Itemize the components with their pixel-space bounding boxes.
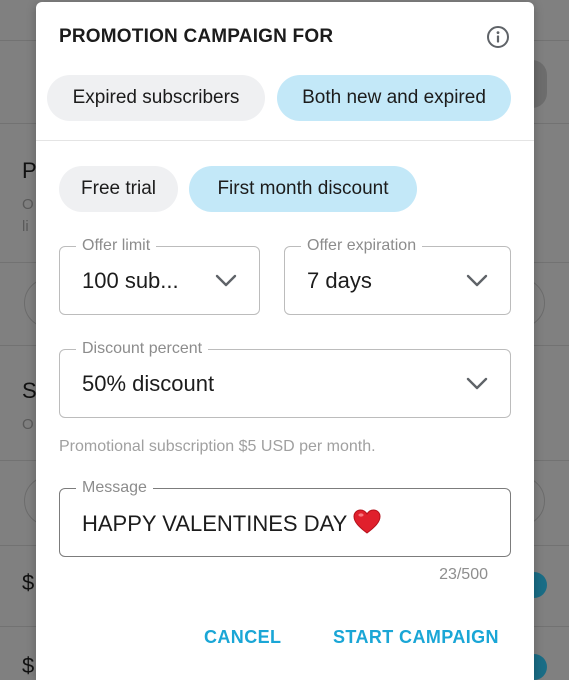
dialog-title: PROMOTION CAMPAIGN FOR — [59, 26, 334, 47]
heart-icon — [353, 508, 381, 534]
promotion-campaign-dialog: PROMOTION CAMPAIGN FOR Expired subscribe… — [36, 2, 534, 680]
discount-percent-label: Discount percent — [76, 339, 209, 359]
offer-expiration-label: Offer expiration — [301, 236, 423, 256]
chip-expired-subscribers[interactable]: Expired subscribers — [47, 75, 265, 121]
offer-expiration-value: 7 days — [307, 267, 372, 293]
chip-label: First month discount — [217, 178, 389, 199]
chip-label: Expired subscribers — [72, 87, 240, 108]
background-sub-initial: li — [22, 218, 29, 235]
chevron-down-icon — [466, 274, 488, 286]
message-value: HAPPY VALENTINES DAY — [82, 508, 381, 537]
chevron-down-icon — [215, 274, 237, 286]
chip-label: Free trial — [81, 178, 156, 199]
price-helper-text: Promotional subscription $5 USD per mont… — [59, 438, 376, 455]
chip-both-new-and-expired[interactable]: Both new and expired — [277, 75, 511, 121]
background-row-initial: S — [22, 378, 37, 403]
background-row-initial: $ — [22, 570, 35, 595]
offer-limit-label: Offer limit — [76, 236, 157, 256]
background-row-initial: P — [22, 158, 37, 183]
background-row-initial: $ — [22, 653, 35, 678]
discount-percent-select[interactable]: Discount percent 50% discount — [59, 339, 511, 418]
background-sub-initial: O — [22, 196, 34, 213]
message-input[interactable]: Message HAPPY VALENTINES DAY — [59, 478, 511, 557]
discount-percent-value: 50% discount — [82, 370, 215, 396]
character-counter: 23/500 — [439, 566, 488, 583]
chip-free-trial[interactable]: Free trial — [59, 166, 178, 212]
divider — [36, 140, 534, 141]
start-campaign-button[interactable]: START CAMPAIGN — [333, 627, 499, 648]
chevron-down-icon — [466, 377, 488, 389]
message-label: Message — [76, 478, 153, 498]
offer-limit-select[interactable]: Offer limit 100 sub... — [59, 236, 260, 315]
offer-expiration-select[interactable]: Offer expiration 7 days — [284, 236, 511, 315]
background-sub-initial: O — [22, 416, 34, 433]
cancel-button[interactable]: CANCEL — [204, 627, 281, 648]
chip-first-month-discount[interactable]: First month discount — [189, 166, 417, 212]
message-text: HAPPY VALENTINES DAY — [82, 510, 348, 536]
info-icon[interactable] — [486, 25, 510, 49]
chip-label: Both new and expired — [302, 87, 486, 108]
offer-limit-value: 100 sub... — [82, 267, 179, 293]
